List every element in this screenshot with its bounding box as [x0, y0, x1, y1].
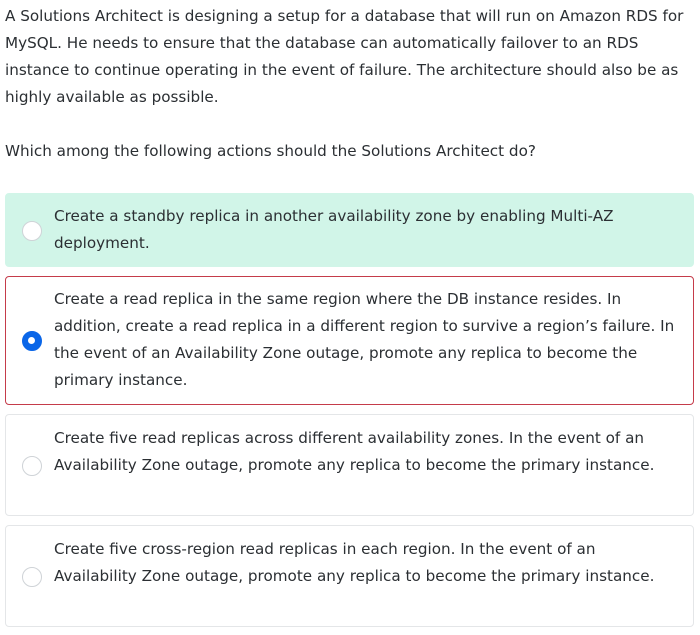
question-prompt: Which among the following actions should… [5, 142, 536, 160]
answer-option-text: Create five read replicas across differe… [54, 429, 655, 474]
radio-button-checked[interactable] [22, 331, 42, 351]
answer-option-1[interactable]: Create a standby replica in another avai… [5, 193, 694, 267]
answer-option-2[interactable]: Create a read replica in the same region… [5, 276, 694, 405]
radio-button[interactable] [22, 221, 42, 241]
answer-option-text: Create a standby replica in another avai… [54, 207, 614, 252]
answer-option-4[interactable]: Create five cross-region read replicas i… [5, 525, 694, 627]
answer-option-text: Create a read replica in the same region… [54, 290, 675, 389]
answer-option-3[interactable]: Create five read replicas across differe… [5, 414, 694, 516]
radio-button[interactable] [22, 456, 42, 476]
answer-option-text: Create five cross-region read replicas i… [54, 540, 655, 585]
radio-button[interactable] [22, 567, 42, 587]
question-text: A Solutions Architect is designing a set… [5, 7, 684, 106]
